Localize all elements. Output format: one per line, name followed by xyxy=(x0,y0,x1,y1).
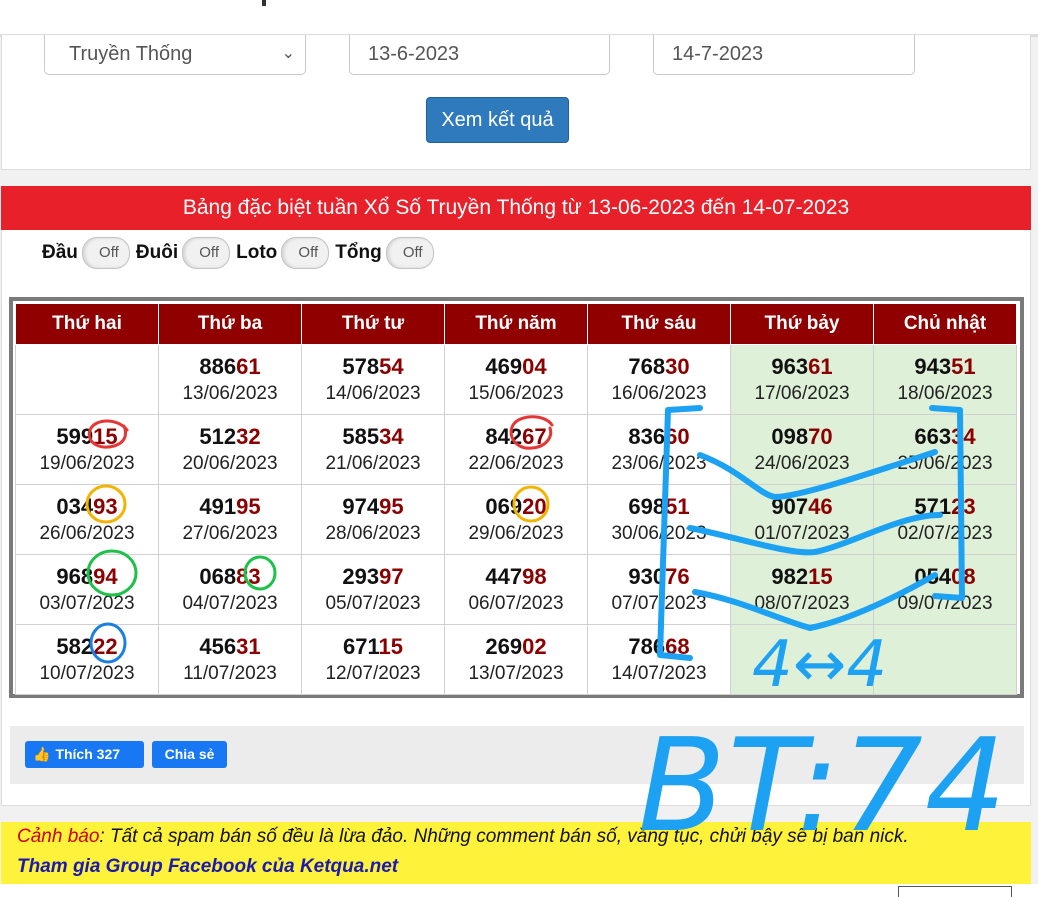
green-ring-mon-w4 xyxy=(86,549,138,597)
blue-curve-2 xyxy=(687,512,943,556)
green-ring-tue-w4 xyxy=(243,555,277,591)
red-ring-mon-w2 xyxy=(87,419,129,449)
blue-ring-mon-w5 xyxy=(89,622,127,664)
orange-ring-thu-w3 xyxy=(512,485,550,523)
blue-curve-3 xyxy=(692,572,938,631)
handwritten-big-note: BT:74 xyxy=(638,712,1009,861)
blue-curve-1 xyxy=(697,449,938,500)
handwritten-arrow-note: 4↔4 xyxy=(752,628,888,702)
red-ring-thu-w2 xyxy=(509,415,554,450)
blue-bracket-left xyxy=(657,405,703,661)
blue-bracket-right xyxy=(929,405,965,601)
orange-ring-mon-w3 xyxy=(85,484,127,524)
